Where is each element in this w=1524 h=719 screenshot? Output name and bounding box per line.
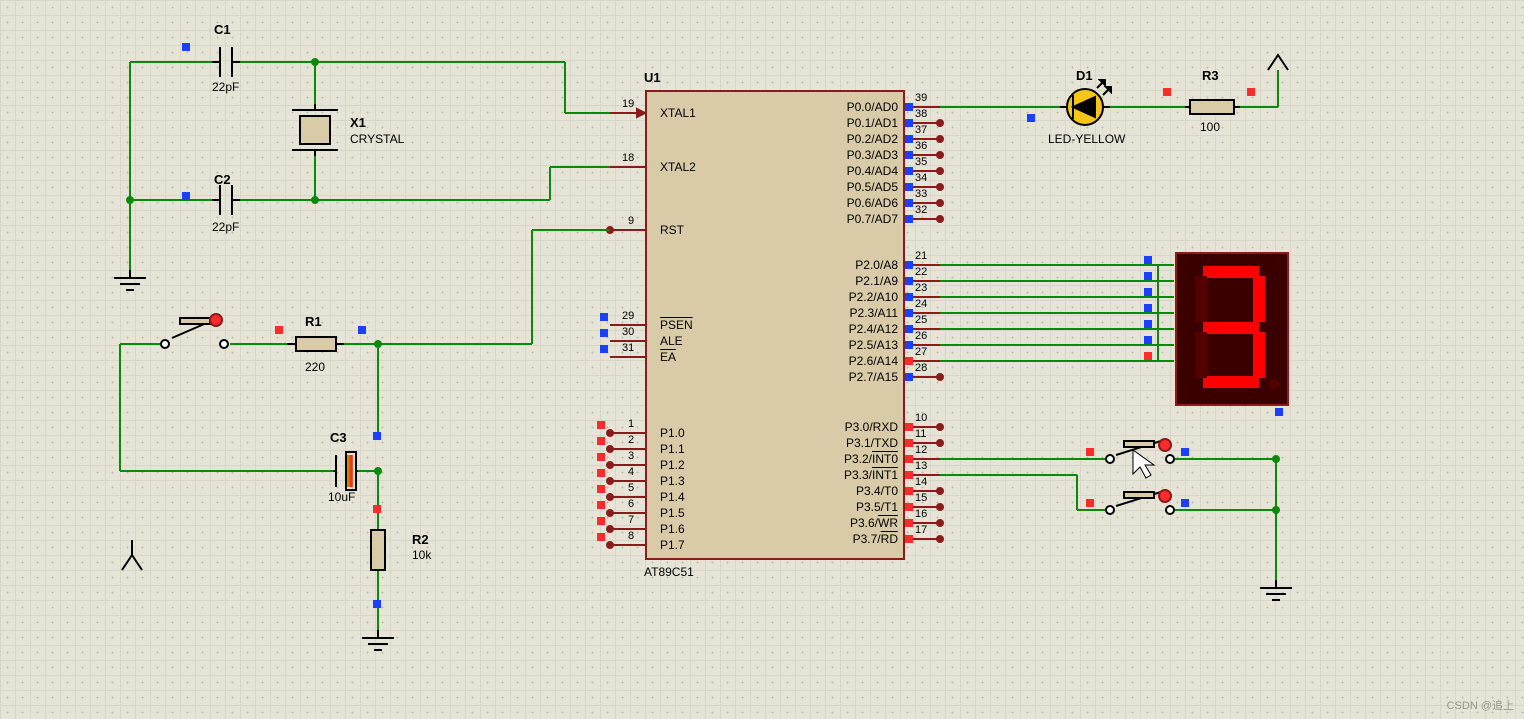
led-icon <box>1060 80 1111 125</box>
pushbutton-int1-icon <box>1106 490 1174 514</box>
schematic-svg <box>0 0 1524 719</box>
cursor-icon <box>1133 450 1154 478</box>
pushbutton-reset-icon <box>161 314 228 348</box>
watermark: CSDN @追上 <box>1447 697 1514 713</box>
